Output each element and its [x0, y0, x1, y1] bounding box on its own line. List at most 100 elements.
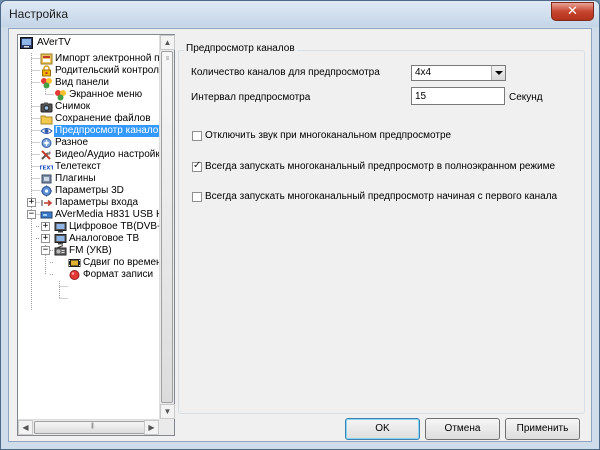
- tv-icon: [54, 222, 67, 233]
- collapse-minus-icon[interactable]: −: [27, 210, 36, 219]
- tree-node-label: AVerMedia H831 USB Hybrid: [55, 209, 159, 220]
- tree-node-label: Снимок: [55, 101, 91, 112]
- tree-node-file-saving[interactable]: Сохранение файлов: [40, 113, 159, 125]
- ok-button[interactable]: OK: [345, 418, 420, 440]
- tools-icon: [41, 150, 51, 160]
- folder-icon: [40, 115, 53, 125]
- tree-node-input-params[interactable]: + Параметры входа: [26, 197, 159, 209]
- radio-icon: [54, 245, 67, 256]
- osd-icon: [55, 90, 66, 101]
- interval-value: 15: [415, 91, 427, 102]
- scroll-down-icon[interactable]: ▼: [160, 404, 175, 419]
- tree-node-teletext[interactable]: TEXT Телетекст: [40, 161, 159, 173]
- lock-icon: [42, 65, 51, 77]
- interval-label: Интервал предпросмотра: [191, 92, 311, 103]
- tree-node-label: Плагины: [55, 173, 96, 184]
- device-icon: [40, 211, 53, 219]
- tree-node-label: Родительский контроль: [55, 65, 159, 76]
- collapse-minus-icon[interactable]: −: [41, 246, 50, 255]
- tree-viewport: AVerTV Импорт электронной прогр Родитель…: [18, 35, 159, 419]
- tree-node-record-format[interactable]: Формат записи: [68, 269, 159, 281]
- tree-node-label: Телетекст: [55, 161, 101, 172]
- tree-node-label: Аналоговое ТВ: [69, 233, 140, 244]
- panel-icon: [41, 78, 52, 89]
- tree-node-fm[interactable]: − FM (УКВ): [40, 245, 159, 257]
- chevron-down-icon[interactable]: [491, 66, 505, 80]
- tree-node-timeshift[interactable]: Сдвиг по времени: [68, 257, 159, 269]
- scroll-right-icon[interactable]: ▶: [144, 420, 159, 435]
- tree-node-snapshot[interactable]: Снимок: [40, 101, 159, 113]
- camera-icon: [40, 102, 53, 113]
- tree-node-plugins[interactable]: Плагины: [40, 173, 159, 185]
- import-icon: [40, 53, 53, 65]
- input-icon: [41, 199, 53, 207]
- tree-node-channel-preview[interactable]: Предпросмотр каналов: [40, 124, 159, 138]
- eye-icon: [40, 128, 53, 134]
- horizontal-scroll-thumb[interactable]: |||: [34, 421, 150, 434]
- mute-multichannel-label[interactable]: Отключить звук при многоканальном предпр…: [205, 130, 451, 141]
- interval-input[interactable]: 15: [411, 87, 505, 105]
- group-title: Предпросмотр каналов: [184, 43, 297, 54]
- window-title: Настройка: [9, 7, 69, 21]
- tree-node-label: Разное: [55, 137, 89, 148]
- expand-plus-icon[interactable]: +: [41, 222, 50, 231]
- tree-node-label: Предпросмотр каналов: [53, 124, 159, 138]
- channel-preview-group: [178, 50, 585, 414]
- tree-node-label: AVerTV: [37, 37, 71, 48]
- title-bar[interactable]: Настройка ✕: [1, 1, 599, 27]
- close-button[interactable]: ✕: [551, 2, 594, 21]
- tree-node-label: Цифровое ТВ(DVB-T): [69, 221, 159, 232]
- tree-node-misc[interactable]: Разное: [40, 137, 159, 149]
- film-icon: [68, 259, 81, 267]
- mute-multichannel-checkbox[interactable]: [192, 131, 202, 141]
- settings-window: Настройка ✕ AVerTV Импорт электронной п …: [0, 0, 600, 450]
- channel-count-label: Количество каналов для предпросмотра: [191, 67, 380, 78]
- scroll-up-icon[interactable]: ▲: [160, 35, 175, 50]
- teletext-icon: TEXT: [40, 163, 53, 172]
- channel-count-value: 4x4: [415, 67, 432, 78]
- tv-icon: [54, 234, 67, 245]
- apply-button[interactable]: Применить: [505, 418, 580, 440]
- dialog-client: AVerTV Импорт электронной прогр Родитель…: [8, 28, 592, 442]
- tree-vertical-scrollbar[interactable]: ▲ ≡ ▼: [159, 35, 175, 419]
- channel-count-dropdown[interactable]: 4x4: [411, 65, 506, 81]
- fullscreen-preview-label[interactable]: Всегда запускать многоканальный предпрос…: [205, 161, 555, 172]
- fullscreen-preview-checkbox[interactable]: [192, 160, 202, 172]
- tree-node-label: Параметры 3D: [55, 185, 124, 196]
- tree-node-label: Импорт электронной прогр: [55, 53, 159, 64]
- tree-node-label: Вид панели: [55, 77, 110, 88]
- tree-horizontal-scrollbar[interactable]: ◀ ||| ▶: [18, 419, 159, 435]
- tree-node-avertv[interactable]: AVerTV: [20, 37, 159, 49]
- svg-text:TEXT: TEXT: [40, 166, 53, 172]
- scrollbar-corner: [159, 419, 174, 435]
- tree-node-device[interactable]: − AVerMedia H831 USB Hybrid: [26, 209, 159, 221]
- interval-unit: Секунд: [509, 92, 543, 103]
- scroll-left-icon[interactable]: ◀: [18, 420, 33, 435]
- record-icon: [69, 270, 80, 280]
- tree-node-label: FM (УКВ): [69, 245, 112, 256]
- tree-node-osd[interactable]: Экранное меню: [54, 89, 159, 101]
- tree-node-label: Параметры входа: [55, 197, 139, 208]
- tree-node-3d[interactable]: Параметры 3D: [40, 185, 159, 197]
- vertical-scroll-thumb[interactable]: ≡: [161, 51, 173, 403]
- tree-node-label: Сдвиг по времени: [83, 257, 159, 268]
- plugin-icon: [41, 174, 52, 184]
- tree-node-label: Экранное меню: [69, 89, 143, 100]
- tree-node-panel-view[interactable]: Вид панели: [40, 77, 159, 89]
- tree-node-label: Видео/Аудио настройки: [55, 149, 159, 160]
- tree-node-dvbt[interactable]: + Цифровое ТВ(DVB-T): [40, 221, 159, 233]
- start-from-first-checkbox[interactable]: [192, 192, 202, 202]
- settings-tree: AVerTV Импорт электронной прогр Родитель…: [17, 34, 175, 436]
- cancel-button[interactable]: Отмена: [425, 418, 500, 440]
- expand-plus-icon[interactable]: +: [27, 198, 36, 207]
- tree-node-label: Сохранение файлов: [55, 113, 151, 124]
- tree-node-epg-import[interactable]: Импорт электронной прогр: [40, 53, 159, 65]
- tree-node-analog[interactable]: + Аналоговое ТВ: [40, 233, 159, 245]
- start-from-first-label[interactable]: Всегда запускать многоканальный предпрос…: [205, 191, 557, 202]
- expand-plus-icon[interactable]: +: [41, 234, 50, 243]
- tree-node-parental[interactable]: Родительский контроль: [40, 65, 159, 77]
- tree-node-label: Формат записи: [83, 269, 154, 280]
- misc-icon: [41, 138, 52, 148]
- 3d-icon: [41, 185, 52, 197]
- tree-node-av-settings[interactable]: Видео/Аудио настройки: [40, 149, 159, 161]
